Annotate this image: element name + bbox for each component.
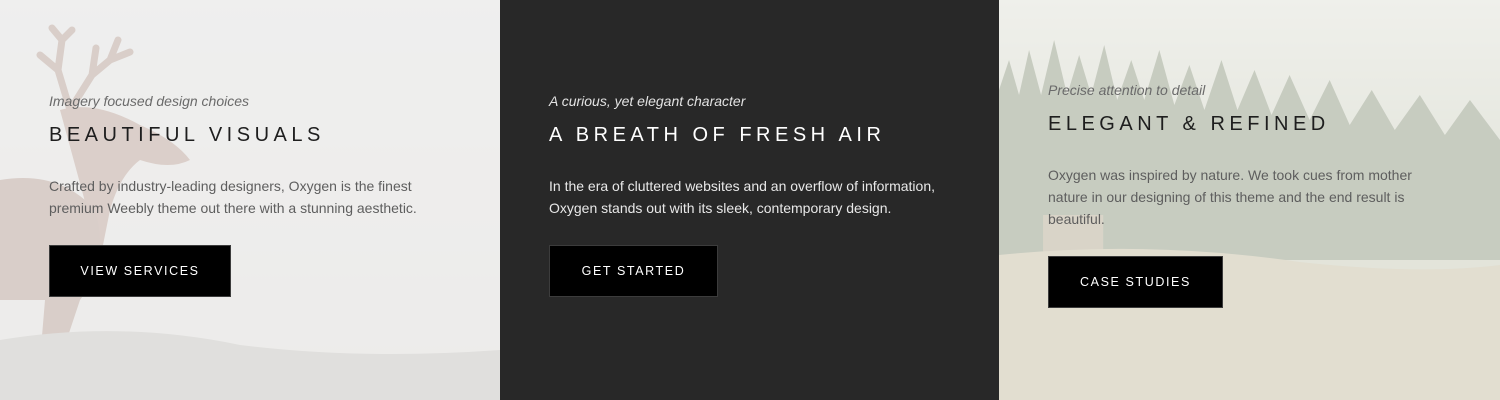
description-line: Oxygen stands out with its sleek, contem…: [549, 200, 892, 216]
panel-heading: BEAUTIFUL VISUALS: [49, 124, 325, 146]
description-line: beautiful.: [1048, 211, 1105, 227]
description-line: premium Weebly theme out there with a st…: [49, 200, 417, 216]
panel-eyebrow: Precise attention to detail: [1048, 82, 1206, 98]
panel-description: Crafted by industry-leading designers, O…: [49, 175, 449, 219]
panel-description: Oxygen was inspired by nature. We took c…: [1048, 164, 1428, 230]
panel-heading: A BREATH OF FRESH AIR: [549, 124, 886, 146]
feature-panel-fresh-air: A curious, yet elegant character A BREAT…: [500, 0, 999, 400]
description-line: Crafted by industry-leading designers, O…: [49, 178, 412, 194]
panel-eyebrow: Imagery focused design choices: [49, 93, 249, 109]
feature-panel-elegant: Precise attention to detail ELEGANT & RE…: [999, 0, 1500, 400]
panel-description: In the era of cluttered websites and an …: [549, 175, 959, 219]
panel-content: Imagery focused design choices BEAUTIFUL…: [49, 92, 449, 297]
case-studies-button[interactable]: CASE STUDIES: [1048, 256, 1223, 308]
view-services-button[interactable]: VIEW SERVICES: [49, 245, 231, 297]
panel-heading: ELEGANT & REFINED: [1048, 113, 1330, 135]
panel-content: Precise attention to detail ELEGANT & RE…: [1048, 81, 1428, 308]
description-line: Oxygen was inspired by nature. We took c…: [1048, 167, 1412, 183]
description-line: nature in our designing of this theme an…: [1048, 189, 1405, 205]
feature-panel-visuals: Imagery focused design choices BEAUTIFUL…: [0, 0, 500, 400]
get-started-button[interactable]: GET STARTED: [549, 245, 718, 297]
description-line: In the era of cluttered websites and an …: [549, 178, 935, 194]
feature-panels-row: Imagery focused design choices BEAUTIFUL…: [0, 0, 1500, 400]
panel-eyebrow: A curious, yet elegant character: [549, 93, 746, 109]
panel-content: A curious, yet elegant character A BREAT…: [549, 92, 959, 297]
